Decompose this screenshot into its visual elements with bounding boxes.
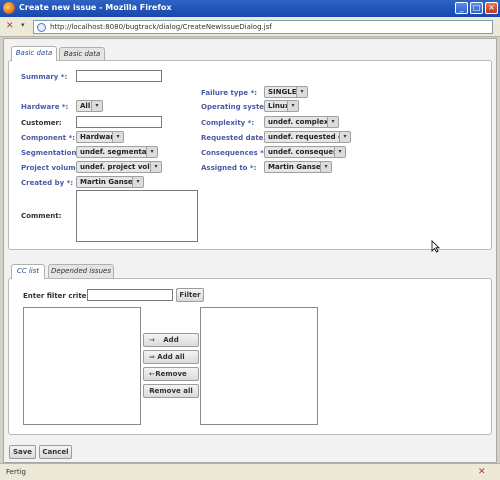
- customer-input[interactable]: [76, 116, 162, 128]
- component-label: Component *:: [21, 134, 76, 142]
- cancel-button[interactable]: Cancel: [39, 445, 72, 459]
- remove-all-button-label: Remove all: [149, 387, 193, 395]
- chevron-down-icon: ▾: [320, 162, 331, 172]
- maximize-button[interactable]: □: [470, 2, 483, 14]
- chevron-down-icon: ▾: [132, 177, 143, 187]
- segmentation-select[interactable]: undef. segmentation ▾: [76, 146, 158, 158]
- hardware-select[interactable]: All ▾: [76, 100, 103, 112]
- available-users-list[interactable]: [23, 307, 141, 425]
- remove-button-label: Remove: [155, 370, 187, 378]
- window-titlebar: Create new issue - Mozilla Firefox _ □ ×: [0, 0, 500, 17]
- double-arrow-left-icon: ⇐: [149, 387, 155, 395]
- minimize-button[interactable]: _: [455, 2, 468, 14]
- navigation-bar: ✕ ▾ http://localhost:8080/bugtrack/dialo…: [0, 17, 500, 37]
- arrow-left-icon: ←: [149, 370, 155, 378]
- tab-depended-issues[interactable]: Depended issues: [48, 264, 114, 278]
- failure-type-value: SINGLE: [268, 88, 297, 96]
- comment-label: Comment:: [21, 212, 62, 220]
- hardware-value: All: [80, 102, 91, 110]
- assigned-to-select[interactable]: Martin Ganserer ▾: [264, 161, 332, 173]
- mouse-cursor-icon: [431, 240, 440, 253]
- tab-basic-data-1[interactable]: Basic data: [11, 46, 57, 61]
- arrow-right-icon: →: [149, 336, 155, 344]
- customer-label: Customer:: [21, 119, 62, 127]
- summary-input[interactable]: [76, 70, 162, 82]
- failure-type-label: Failure type *:: [201, 89, 258, 97]
- summary-label: Summary *:: [21, 73, 68, 81]
- tab-cc-list[interactable]: CC list: [11, 264, 45, 279]
- chevron-down-icon: ▾: [150, 162, 161, 172]
- consequences-select[interactable]: undef. consequence ▾: [264, 146, 346, 158]
- tab-basic-data-2[interactable]: Basic data: [59, 47, 105, 61]
- chevron-down-icon: ▾: [112, 132, 123, 142]
- save-button[interactable]: Save: [9, 445, 36, 459]
- remove-button[interactable]: ← Remove: [143, 367, 199, 381]
- firefox-icon: [3, 2, 15, 14]
- double-arrow-right-icon: ⇒: [149, 353, 155, 361]
- add-button-label: Add: [163, 336, 179, 344]
- close-button[interactable]: ×: [485, 2, 498, 14]
- failure-type-select[interactable]: SINGLE ▾: [264, 86, 308, 98]
- url-text: http://localhost:8080/bugtrack/dialog/Cr…: [50, 23, 272, 31]
- chevron-down-icon: ▾: [334, 147, 345, 157]
- chevron-down-icon: ▾: [91, 101, 102, 111]
- complexity-select[interactable]: undef. complexity ▾: [264, 116, 339, 128]
- created-by-label: Created by *:: [21, 179, 74, 187]
- filter-input[interactable]: [87, 289, 173, 301]
- requested-date-select[interactable]: undef. requested date ▾: [264, 131, 351, 143]
- status-bar: Fertig ✕: [0, 463, 500, 480]
- status-text: Fertig: [6, 468, 26, 476]
- stop-icon[interactable]: ✕: [6, 21, 17, 32]
- add-button[interactable]: → Add: [143, 333, 199, 347]
- url-bar[interactable]: http://localhost:8080/bugtrack/dialog/Cr…: [33, 20, 493, 34]
- chevron-down-icon: ▾: [296, 87, 307, 97]
- chevron-down-icon: ▾: [339, 132, 350, 142]
- add-all-button[interactable]: ⇒ Add all: [143, 350, 199, 364]
- operating-system-select[interactable]: Linux ▾: [264, 100, 299, 112]
- window-title: Create new issue - Mozilla Firefox: [19, 3, 172, 12]
- site-icon: [37, 23, 46, 32]
- connection-status-icon: ✕: [478, 467, 486, 477]
- created-by-select[interactable]: Martin Ganserer ▾: [76, 176, 144, 188]
- comment-textarea[interactable]: [76, 190, 198, 242]
- selected-users-list[interactable]: [200, 307, 318, 425]
- consequences-label: Consequences *:: [201, 149, 267, 157]
- complexity-label: Complexity *:: [201, 119, 255, 127]
- assigned-to-label: Assigned to *:: [201, 164, 257, 172]
- chevron-down-icon: ▾: [287, 101, 298, 111]
- hardware-label: Hardware *:: [21, 103, 69, 111]
- requested-date-label: Requested date *:: [201, 134, 273, 142]
- chevron-down-icon: ▾: [327, 117, 338, 127]
- add-all-button-label: Add all: [157, 353, 185, 361]
- chevron-down-icon: ▾: [146, 147, 157, 157]
- project-volume-select[interactable]: undef. project volume ▾: [76, 161, 162, 173]
- component-select[interactable]: Hardware ▾: [76, 131, 124, 143]
- dropdown-arrow-icon[interactable]: ▾: [21, 21, 25, 29]
- filter-button[interactable]: Filter: [176, 288, 204, 302]
- remove-all-button[interactable]: ⇐ Remove all: [143, 384, 199, 398]
